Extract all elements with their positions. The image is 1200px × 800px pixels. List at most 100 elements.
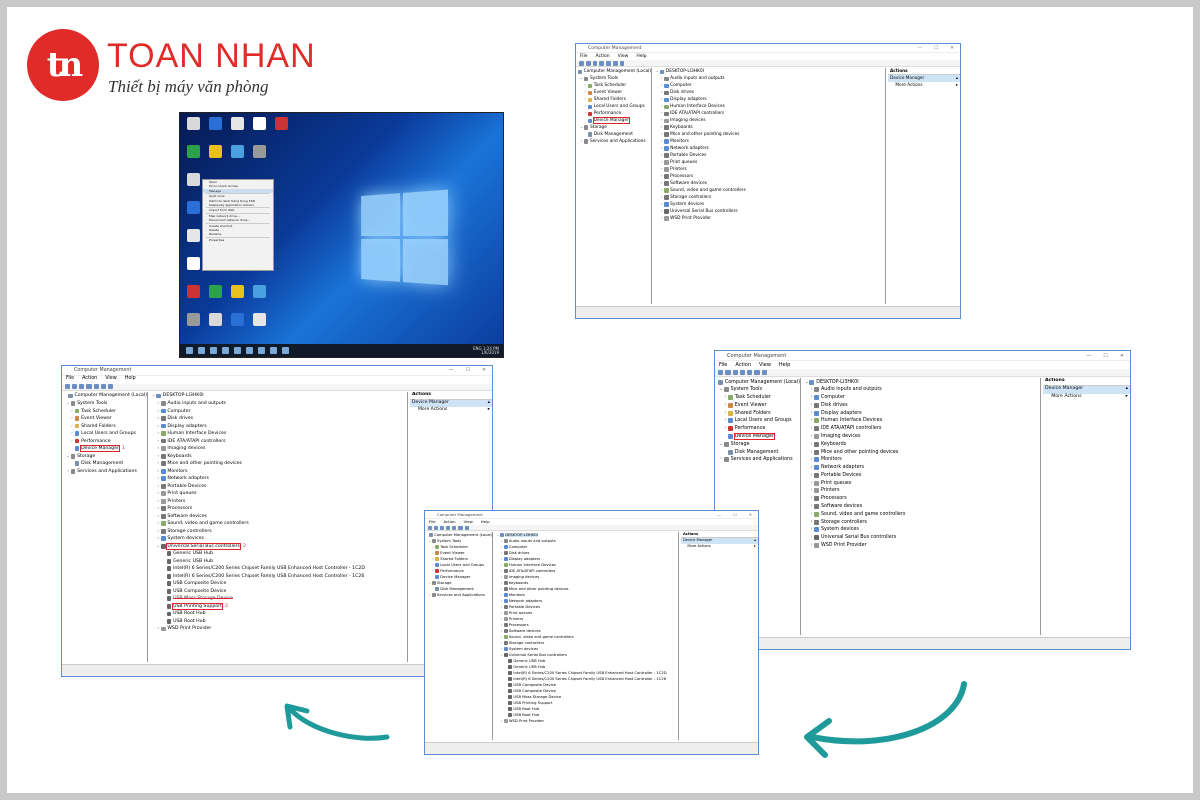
device-category-print-queues[interactable]: › Print queues (150, 490, 407, 498)
menu-action[interactable]: Action (596, 54, 610, 61)
expand-chevron-down-icon[interactable]: ⌄ (65, 454, 70, 459)
device-category-universal-serial-bus-controllers[interactable]: › Universal Serial Bus controllers (803, 534, 1040, 542)
device-category-keyboards[interactable]: › Keyboards (803, 440, 1040, 448)
device-root-computer[interactable]: ⌄ DESKTOP-LI3HK0I (803, 378, 1040, 386)
more-actions-item[interactable]: More Actions ▸ (1043, 394, 1130, 402)
collapse-up-icon[interactable]: ▴ (1126, 386, 1130, 394)
menu-view[interactable]: View (105, 376, 116, 383)
device-category-storage-controllers[interactable]: › Storage controllers (150, 528, 407, 536)
help-icon[interactable] (612, 60, 618, 66)
expand-chevron-right-icon[interactable]: › (583, 90, 588, 95)
menu-help[interactable]: Help (779, 362, 790, 370)
usb-device-item[interactable]: USB Mass Storage Device (150, 595, 407, 603)
usb-device-item[interactable]: USB Composite Device (150, 580, 407, 588)
show-hide-tree-icon[interactable] (446, 525, 451, 530)
device-category-display-adapters[interactable]: › Display adapters (654, 96, 885, 103)
close-button[interactable]: ✕ (743, 512, 758, 517)
tree-item-storage[interactable]: ⌄ Storage (62, 452, 147, 460)
more-actions-item[interactable]: More Actions ▸ (410, 407, 492, 415)
device-category-system-devices[interactable]: › System devices (803, 526, 1040, 534)
device-root-computer[interactable]: ⌄ DESKTOP-LI3HK0I (150, 392, 407, 400)
device-category-processors[interactable]: › Processors (654, 173, 885, 180)
menu-view[interactable]: View (618, 54, 629, 61)
device-category-mice-and-other-pointing-devices[interactable]: › Mice and other pointing devices (150, 460, 407, 468)
more-actions-item[interactable]: More Actions ▸ (681, 544, 758, 550)
device-category-network-adapters[interactable]: › Network adapters (654, 145, 885, 152)
minimize-button[interactable]: — (1080, 353, 1097, 359)
console-icon[interactable] (464, 525, 469, 530)
actions-device-manager[interactable]: Device Manager ▴ (888, 75, 960, 83)
expand-chevron-right-icon[interactable]: › (583, 83, 588, 88)
menu-file[interactable]: File (719, 362, 727, 370)
expand-chevron-right-icon[interactable]: › (69, 431, 74, 436)
expand-chevron-right-icon[interactable]: › (69, 416, 74, 421)
up-folder-icon[interactable] (79, 384, 85, 390)
device-category-monitors[interactable]: › Monitors (803, 456, 1040, 464)
tree-item-system-tools[interactable]: ⌄ System Tools (62, 400, 147, 408)
expand-chevron-right-icon[interactable]: › (69, 424, 74, 429)
expand-chevron-down-icon[interactable]: ⌄ (65, 401, 70, 406)
tree-item-local-users-and-groups[interactable]: › Local Users and Groups (715, 417, 800, 425)
usb-device-item[interactable]: USB Root Hub (150, 618, 407, 626)
close-button[interactable]: ✕ (476, 368, 492, 373)
horizontal-scrollbar[interactable] (425, 742, 758, 754)
expand-chevron-right-icon[interactable]: › (583, 97, 588, 102)
tree-item-task-scheduler[interactable]: › Task Scheduler (715, 394, 800, 402)
device-category-universal-serial-bus-controllers[interactable]: › Universal Serial Bus controllers (654, 208, 885, 215)
tree-item-root[interactable]: Computer Management (Local) (576, 68, 651, 75)
usb-device-item[interactable]: USB Printing Support 3 (150, 602, 407, 611)
device-category-imaging-devices[interactable]: › Imaging devices (150, 445, 407, 453)
tree-item-device-manager[interactable]: Device Manager (576, 117, 651, 125)
minimize-button[interactable]: — (711, 512, 727, 517)
device-category-mice-and-other-pointing-devices[interactable]: › Mice and other pointing devices (803, 448, 1040, 456)
device-category-wsd-print-provider[interactable]: › WSD Print Provider (803, 542, 1040, 550)
tree-item-local-users-and-groups[interactable]: › Local Users and Groups (62, 430, 147, 438)
tree-item-event-viewer[interactable]: › Event Viewer (715, 401, 800, 409)
tree-item-disk-management[interactable]: Disk Management (576, 131, 651, 138)
device-category-portable-devices[interactable]: › Portable Devices (654, 152, 885, 159)
more-actions-item[interactable]: More Actions ▸ (888, 82, 960, 89)
tree-item-task-scheduler[interactable]: › Task Scheduler (62, 407, 147, 415)
show-hide-tree-icon[interactable] (599, 60, 605, 66)
device-category-human-interface-devices[interactable]: › Human Interface Devices (654, 103, 885, 110)
device-category-printers[interactable]: › Printers (803, 487, 1040, 495)
show-hide-tree-icon[interactable] (739, 369, 746, 376)
device-category-computer[interactable]: › Computer (803, 394, 1040, 402)
back-arrow-icon[interactable] (579, 60, 584, 66)
device-category-sound-video-and-game-controllers[interactable]: › Sound, video and game controllers (150, 520, 407, 528)
minimize-button[interactable]: — (443, 368, 460, 373)
tree-item-services[interactable]: › Services and Applications (425, 592, 492, 598)
tree-item-event-viewer[interactable]: › Event Viewer (576, 89, 651, 96)
device-category-portable-devices[interactable]: › Portable Devices (803, 472, 1040, 480)
tree-item-storage[interactable]: ⌄ Storage (576, 124, 651, 131)
device-category-disk-drives[interactable]: › Disk drives (654, 89, 885, 96)
help-icon[interactable] (754, 369, 760, 376)
help-icon[interactable] (458, 525, 463, 530)
device-category-audio-inputs-and-outputs[interactable]: › Audio inputs and outputs (803, 386, 1040, 394)
back-arrow-icon[interactable] (65, 384, 71, 390)
device-category-software-devices[interactable]: › Software devices (150, 512, 407, 520)
close-button[interactable]: ✕ (944, 46, 960, 51)
device-category-printers[interactable]: › Printers (654, 166, 885, 173)
device-category-software-devices[interactable]: › Software devices (803, 503, 1040, 511)
device-category-processors[interactable]: › Processors (150, 505, 407, 513)
tree-item-local-users-and-groups[interactable]: › Local Users and Groups (576, 103, 651, 110)
device-category-human-interface-devices[interactable]: › Human Interface Devices (803, 417, 1040, 425)
console-icon[interactable] (619, 60, 625, 66)
expand-chevron-right-icon[interactable]: › (583, 104, 588, 109)
close-button[interactable]: ✕ (1114, 353, 1130, 359)
maximize-button[interactable]: ☐ (1097, 353, 1113, 359)
device-root-computer[interactable]: ⌄ DESKTOP-LI3HK0I (654, 68, 885, 75)
device-category-disk-drives[interactable]: › Disk drives (150, 415, 407, 423)
menu-action[interactable]: Action (735, 362, 751, 370)
forward-arrow-icon[interactable] (72, 384, 78, 390)
tree-item-task-scheduler[interactable]: › Task Scheduler (576, 82, 651, 89)
collapse-up-icon[interactable]: ▴ (488, 400, 492, 408)
device-category-monitors[interactable]: › Monitors (654, 138, 885, 145)
properties-icon[interactable] (93, 384, 99, 390)
tree-item-device-manager[interactable]: Device Manager 1 (62, 445, 147, 453)
tree-item-root[interactable]: Computer Management (Local) (62, 392, 147, 400)
menu-help[interactable]: Help (636, 54, 646, 61)
tree-item-performance[interactable]: › Performance (576, 110, 651, 117)
tree-item-performance[interactable]: › Performance (62, 437, 147, 445)
